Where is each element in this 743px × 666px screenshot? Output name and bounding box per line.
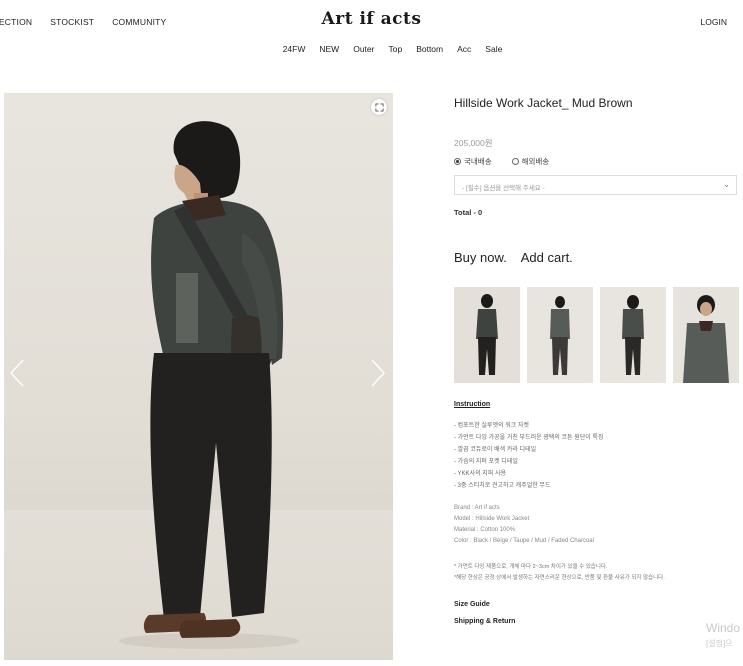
product-price: 205,000원: [454, 138, 493, 148]
buy-now-button[interactable]: Buy now.: [454, 250, 507, 265]
option-select-value: - [필수] 옵션을 선택해 주세요 -: [462, 185, 545, 192]
model-figure-image: [119, 121, 299, 649]
category-nav: 24FW NEW Outer Top Bottom Acc Sale: [0, 44, 743, 54]
zoom-button[interactable]: [371, 99, 387, 115]
add-cart-button[interactable]: Add cart.: [521, 250, 573, 265]
watermark-line-1: Windo: [706, 621, 741, 635]
list-item: - YKK사의 지퍼 사용: [454, 471, 507, 477]
watermark-line-2: [설정]으: [706, 639, 733, 648]
category-sale[interactable]: Sale: [485, 44, 502, 54]
next-image-arrow-icon[interactable]: [369, 358, 387, 388]
prev-image-arrow-icon[interactable]: [8, 358, 26, 388]
list-item: - 3중 스티치로 견고하고 캐주얼한 무드: [454, 483, 551, 489]
list-item: - 가먼트 다잉 가공을 거친 부드러운 광택의 코튼 원단이 특징: [454, 435, 604, 441]
thumbnail-4[interactable]: [673, 287, 739, 383]
shipping-return-link[interactable]: Shipping & Return: [454, 618, 515, 625]
shipping-options: 국내배송 해외배송: [454, 156, 549, 167]
product-main-image[interactable]: [4, 93, 393, 660]
expand-icon: [374, 102, 384, 112]
list-item: - 컴포트한 실루엣의 워크 자켓: [454, 423, 529, 429]
category-outer[interactable]: Outer: [353, 44, 374, 54]
shipping-overseas-option[interactable]: 해외배송: [511, 156, 550, 167]
size-guide-link[interactable]: Size Guide: [454, 601, 490, 608]
thumbnail-1[interactable]: [454, 287, 520, 383]
brand-logo[interactable]: Art if acts: [0, 9, 743, 29]
option-select[interactable]: - [필수] 옵션을 선택해 주세요 - ⌄: [454, 175, 737, 195]
category-acc[interactable]: Acc: [457, 44, 471, 54]
note-line: *해당 현상은 공정 상에서 발생하는 자연스러운 현상으로, 반품 및 환불 …: [454, 574, 665, 581]
instruction-list: - 컴포트한 실루엣의 워크 자켓 - 가먼트 다잉 가공을 거친 부드러운 광…: [454, 420, 603, 492]
spec-color: Color : Black / Beige / Taupe / Mud / Fa…: [454, 538, 594, 544]
instruction-heading: Instruction: [454, 401, 491, 408]
notes: * 가먼트 다잉 제품으로, 개체 마다 2~3cm 차이가 있을 수 있습니다…: [454, 562, 665, 583]
category-new[interactable]: NEW: [319, 44, 339, 54]
radio-unselected-icon[interactable]: [511, 158, 519, 165]
purchase-actions: Buy now. Add cart.: [454, 250, 573, 265]
shipping-domestic-label: 국내배송: [464, 157, 492, 166]
shipping-overseas-label: 해외배송: [521, 157, 550, 166]
note-line: * 가먼트 다잉 제품으로, 개체 마다 2~3cm 차이가 있을 수 있습니다…: [454, 564, 608, 570]
spec-brand: Brand : Art if acts: [454, 505, 500, 511]
product-title: Hillside Work Jacket_ Mud Brown: [454, 96, 633, 110]
windows-activation-watermark: Windo [설정]으: [706, 620, 740, 652]
spec-model: Model : Hillside Work Jacket: [454, 516, 530, 522]
category-24fw[interactable]: 24FW: [283, 44, 306, 54]
list-item: - 깔끔 코듀로이 배색 카라 디테일: [454, 447, 537, 453]
category-top[interactable]: Top: [388, 44, 402, 54]
shipping-domestic-option[interactable]: 국내배송: [454, 156, 492, 167]
list-item: - 가슴의 지퍼 포켓 디테일: [454, 459, 518, 465]
total-price: Total - 0: [454, 208, 483, 217]
thumbnail-3[interactable]: [600, 287, 666, 383]
spec-material: Material : Cotton 100%: [454, 527, 516, 533]
spec-list: Brand : Art if acts Model : Hillside Wor…: [454, 503, 594, 547]
category-bottom[interactable]: Bottom: [416, 44, 443, 54]
thumbnail-gallery: [454, 287, 739, 383]
chevron-down-icon: ⌄: [723, 180, 730, 189]
thumbnail-2[interactable]: [527, 287, 593, 383]
radio-selected-icon[interactable]: [454, 158, 461, 165]
login-link[interactable]: LOGIN: [701, 17, 727, 27]
